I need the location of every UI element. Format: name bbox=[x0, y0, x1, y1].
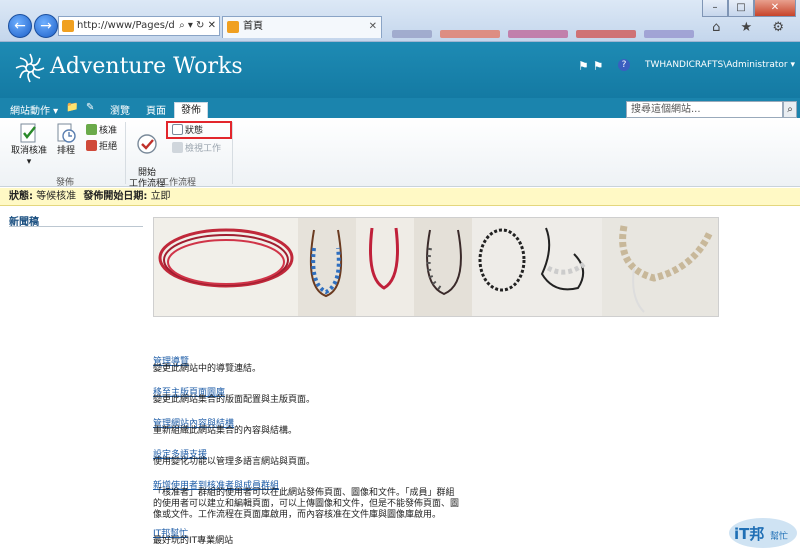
approve-icon bbox=[86, 124, 97, 135]
address-text: http://www/Pages/d bbox=[77, 20, 175, 31]
group-publish-label: 發佈 bbox=[56, 178, 75, 188]
tab-page[interactable]: 頁面 bbox=[146, 102, 166, 117]
search-input[interactable]: 搜尋這個網站... bbox=[626, 101, 783, 118]
blurred-tab bbox=[644, 30, 694, 38]
link-desc: 最好玩的IT專業網站 bbox=[153, 536, 234, 546]
reject-label: 拒絕 bbox=[99, 142, 118, 152]
ithelp-watermark-logo: iT邦 幫忙 bbox=[729, 518, 797, 548]
reject-button[interactable]: 拒絕 bbox=[86, 140, 117, 153]
browser-toolbar-icons[interactable]: ⌂ ★ ⚙ bbox=[712, 20, 792, 35]
watermark-text-2: 幫忙 bbox=[770, 530, 788, 542]
header-tag-icons[interactable]: ⚑⚑ bbox=[578, 59, 608, 73]
help-icon[interactable]: ? bbox=[618, 59, 630, 71]
site-actions-menu[interactable]: 網站動作 ▾ bbox=[10, 102, 58, 117]
site-title[interactable]: Adventure Works bbox=[50, 54, 243, 79]
browser-tab[interactable]: 首頁 ✕ bbox=[222, 16, 382, 38]
address-bar[interactable]: http://www/Pages/d ⌕ ▾ ↻ ✕ bbox=[58, 16, 220, 36]
close-window-button[interactable]: ✕ bbox=[754, 0, 796, 17]
tab-favicon-icon bbox=[227, 21, 239, 33]
tab-browse[interactable]: 瀏覽 bbox=[110, 102, 130, 117]
address-controls[interactable]: ⌕ ▾ ↻ ✕ bbox=[177, 17, 216, 35]
ribbon: 取消核准 ▾ 排程 核准 拒絕 發佈 開始 工作流程 狀態 檢視工作 工作流程 bbox=[0, 118, 800, 189]
forward-button-icon[interactable]: → bbox=[34, 14, 58, 38]
left-nav-divider bbox=[9, 226, 143, 227]
start-workflow-icon bbox=[137, 134, 157, 154]
blurred-tab bbox=[576, 30, 636, 38]
cancel-approval-arrow: ▾ bbox=[26, 157, 32, 167]
link-desc: 使用變化功能以管理多語言網站與頁面。 bbox=[153, 457, 316, 467]
view-tasks-button[interactable]: 檢視工作 bbox=[172, 142, 221, 155]
page-status-bar: 狀態: 等候核准 發佈開始日期: 立即 bbox=[0, 188, 800, 206]
link-desc: 變更此網站中的導覽連結。 bbox=[153, 364, 262, 374]
back-button-icon[interactable]: ← bbox=[8, 14, 32, 38]
user-menu[interactable]: TWHANDICRAFTS\Administrator ▾ bbox=[645, 60, 795, 70]
browser-chrome: ← → http://www/Pages/d ⌕ ▾ ↻ ✕ 首頁 ✕ – □ … bbox=[0, 0, 800, 42]
site-header: Adventure Works ⚑⚑ ? TWHANDICRAFTS\Admin… bbox=[0, 42, 800, 98]
adventure-works-logo-icon bbox=[15, 53, 45, 83]
start-date-value: 立即 bbox=[150, 191, 171, 202]
cancel-approval-label: 取消核准 bbox=[10, 146, 47, 156]
ribbon-separator bbox=[125, 122, 126, 184]
link-desc: 「核准者」群組的使用者可以在此網站發佈頁面、圖像和文件。「成員」群組 的使用者可… bbox=[153, 488, 460, 520]
tab-publish[interactable]: 發佈 bbox=[174, 102, 208, 118]
cancel-approval-button[interactable]: 取消核准 ▾ bbox=[8, 122, 50, 168]
schedule-icon bbox=[57, 123, 76, 143]
link-desc: 變更此網站集合的版面配置與主版頁面。 bbox=[153, 395, 316, 405]
navigate-up-icon[interactable]: 📁 bbox=[66, 102, 78, 113]
link-desc: 重新組織此網站集合的內容與結構。 bbox=[153, 426, 298, 436]
tab-title: 首頁 bbox=[243, 21, 263, 32]
blurred-tab bbox=[440, 30, 500, 38]
group-workflow-label: 工作流程 bbox=[160, 178, 197, 188]
minimize-button[interactable]: – bbox=[702, 0, 728, 17]
start-date-label: 發佈開始日期: bbox=[83, 191, 148, 202]
approve-label: 核准 bbox=[99, 126, 118, 136]
schedule-button[interactable]: 排程 bbox=[52, 122, 80, 157]
status-highlight-box bbox=[166, 121, 232, 139]
reject-icon bbox=[86, 140, 97, 151]
status-label: 狀態: bbox=[9, 191, 33, 202]
site-favicon-icon bbox=[62, 20, 74, 32]
view-tasks-label: 檢視工作 bbox=[185, 144, 222, 154]
jewelry-banner-image bbox=[153, 217, 719, 317]
status-value: 等候核准 bbox=[36, 191, 77, 202]
schedule-label: 排程 bbox=[56, 146, 75, 156]
ribbon-separator bbox=[232, 122, 233, 184]
window-controls: – □ ✕ bbox=[702, 0, 796, 17]
cancel-approval-icon bbox=[20, 123, 36, 143]
tab-close-icon[interactable]: ✕ bbox=[369, 17, 377, 37]
blurred-tab bbox=[392, 30, 432, 38]
search-icon[interactable]: ⌕ bbox=[783, 101, 797, 118]
approve-button[interactable]: 核准 bbox=[86, 124, 117, 137]
maximize-button[interactable]: □ bbox=[728, 0, 754, 17]
blurred-tab bbox=[508, 30, 568, 38]
watermark-text-1: iT邦 bbox=[734, 525, 764, 543]
edit-page-icon[interactable]: ✎ bbox=[86, 102, 94, 113]
view-tasks-icon bbox=[172, 142, 183, 153]
